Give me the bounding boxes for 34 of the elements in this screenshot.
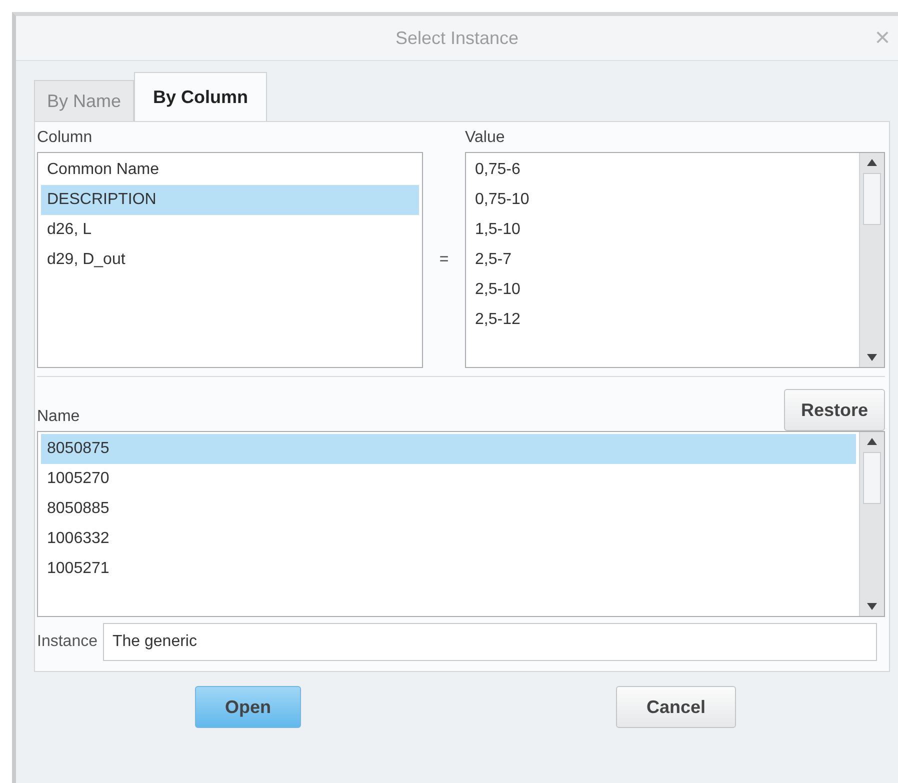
instance-label: Instance xyxy=(37,633,98,651)
scroll-down-icon[interactable] xyxy=(866,353,878,363)
instance-field[interactable]: The generic xyxy=(103,623,877,661)
list-item[interactable]: 0,75-6 xyxy=(469,155,856,185)
list-item[interactable]: d26, L xyxy=(41,215,419,245)
equals-sign: = xyxy=(438,250,450,270)
scroll-up-icon[interactable] xyxy=(866,157,878,167)
scrollbar[interactable] xyxy=(859,432,884,616)
scroll-up-icon[interactable] xyxy=(866,436,878,446)
list-item[interactable]: 8050875 xyxy=(41,434,856,464)
list-item[interactable]: 2,5-7 xyxy=(469,245,856,275)
list-item[interactable]: 2,5-12 xyxy=(469,305,856,335)
scroll-thumb[interactable] xyxy=(863,452,881,504)
list-item[interactable]: 0,75-10 xyxy=(469,185,856,215)
list-item[interactable]: d29, D_out xyxy=(41,245,419,275)
list-item[interactable]: 8050885 xyxy=(41,494,856,524)
tab[interactable]: By Column xyxy=(134,72,268,121)
window-title: Select Instance xyxy=(395,28,519,48)
cancel-button[interactable]: Cancel xyxy=(616,686,736,728)
name-label: Name xyxy=(37,407,80,427)
list-item[interactable]: Common Name xyxy=(41,155,419,185)
value-label: Value xyxy=(465,128,506,148)
scroll-thumb[interactable] xyxy=(863,173,881,225)
list-item[interactable]: DESCRIPTION xyxy=(41,185,419,215)
scroll-down-icon[interactable] xyxy=(866,602,878,612)
list-item[interactable]: 1005270 xyxy=(41,464,856,494)
list-item[interactable]: 2,5-10 xyxy=(469,275,856,305)
list-item[interactable]: 1006332 xyxy=(41,524,856,554)
column-label: Column xyxy=(37,128,94,148)
scrollbar[interactable] xyxy=(859,153,884,367)
list-item[interactable]: 1005271 xyxy=(41,554,856,584)
list-item[interactable]: 1,5-10 xyxy=(469,215,856,245)
restore-button[interactable]: Restore xyxy=(784,389,885,431)
open-button[interactable]: Open xyxy=(195,686,301,728)
